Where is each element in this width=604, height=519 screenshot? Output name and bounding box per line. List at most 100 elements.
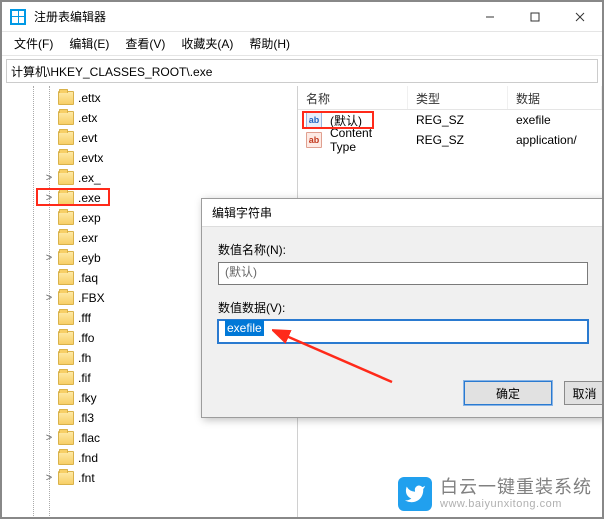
folder-icon [58, 231, 74, 245]
value-data-text: exefile [225, 320, 264, 336]
value-name-input[interactable]: (默认) [218, 262, 588, 285]
folder-icon [58, 291, 74, 305]
folder-icon [58, 451, 74, 465]
tree-item-label: .evtx [78, 151, 103, 165]
folder-icon [58, 171, 74, 185]
menu-help[interactable]: 帮助(H) [241, 33, 298, 54]
folder-icon [58, 411, 74, 425]
watermark-line1: 白云一键重装系统 [440, 478, 592, 498]
dialog-title: 编辑字符串 [202, 199, 604, 227]
cell-name: Content Type [322, 126, 408, 154]
tree-item-label: .eyb [78, 251, 101, 265]
folder-icon [58, 351, 74, 365]
value-name-label: 数值名称(N): [218, 241, 588, 258]
tree-item-label: .fff [78, 311, 91, 325]
menubar: 文件(F) 编辑(E) 查看(V) 收藏夹(A) 帮助(H) [2, 32, 602, 56]
value-data-label: 数值数据(V): [218, 299, 588, 316]
tree-item-label: .faq [78, 271, 98, 285]
folder-icon [58, 431, 74, 445]
folder-icon [58, 151, 74, 165]
menu-file[interactable]: 文件(F) [6, 33, 61, 54]
tree-item[interactable]: .fnd [2, 448, 297, 468]
address-text: 计算机\HKEY_CLASSES_ROOT\.exe [11, 63, 212, 80]
folder-icon [58, 191, 74, 205]
tree-item[interactable]: .evt [2, 128, 297, 148]
tree-item-label: .fky [78, 391, 97, 405]
close-button[interactable] [557, 2, 602, 31]
tree-item[interactable]: .evtx [2, 148, 297, 168]
maximize-button[interactable] [512, 2, 557, 31]
folder-icon [58, 131, 74, 145]
folder-icon [58, 271, 74, 285]
expander-icon[interactable]: > [42, 432, 56, 444]
tree-item[interactable]: .ettx [2, 88, 297, 108]
value-name-text: (默认) [225, 265, 257, 279]
folder-icon [58, 371, 74, 385]
folder-icon [58, 331, 74, 345]
folder-icon [58, 211, 74, 225]
regedit-window: 注册表编辑器 文件(F) 编辑(E) 查看(V) 收藏夹(A) 帮助(H) 计算… [0, 0, 604, 519]
folder-icon [58, 251, 74, 265]
tree-item-label: .fh [78, 351, 91, 365]
titlebar: 注册表编辑器 [2, 2, 602, 32]
minimize-button[interactable] [467, 2, 512, 31]
folder-icon [58, 391, 74, 405]
tree-item-label: .ettx [78, 91, 101, 105]
window-controls [467, 2, 602, 31]
expander-icon[interactable]: > [42, 172, 56, 184]
list-row[interactable]: abContent TypeREG_SZapplication/ [298, 130, 602, 150]
tree-item[interactable]: > .flac [2, 428, 297, 448]
value-data-input[interactable]: exefile [218, 320, 588, 343]
cell-data: application/ [508, 133, 585, 147]
folder-icon [58, 311, 74, 325]
dialog-body: 数值名称(N): (默认) 数值数据(V): exefile [202, 227, 604, 343]
watermark-text: 白云一键重装系统 www.baiyunxitong.com [440, 478, 592, 510]
tree-item[interactable]: > .ex_ [2, 168, 297, 188]
column-header-type[interactable]: 类型 [408, 86, 508, 109]
tree-item[interactable]: .etx [2, 108, 297, 128]
edit-string-dialog: 编辑字符串 数值名称(N): (默认) 数值数据(V): exefile 确定 … [201, 198, 604, 418]
expander-icon[interactable]: > [42, 192, 56, 204]
tree-item-label: .exr [78, 231, 98, 245]
column-header-data[interactable]: 数据 [508, 86, 602, 109]
window-title: 注册表编辑器 [34, 8, 467, 25]
list-rows: ab(默认)REG_SZexefileabContent TypeREG_SZa… [298, 110, 602, 150]
value-type-icon: ab [306, 132, 322, 148]
watermark: 白云一键重装系统 www.baiyunxitong.com [398, 477, 592, 511]
menu-favorites[interactable]: 收藏夹(A) [173, 33, 241, 54]
address-bar[interactable]: 计算机\HKEY_CLASSES_ROOT\.exe [6, 59, 598, 83]
tree-item-label: .etx [78, 111, 97, 125]
cancel-button[interactable]: 取消 [564, 381, 604, 405]
tree-item-label: .ffo [78, 331, 94, 345]
cell-data: exefile [508, 113, 559, 127]
ok-button[interactable]: 确定 [464, 381, 552, 405]
folder-icon [58, 91, 74, 105]
cell-type: REG_SZ [408, 113, 508, 127]
expander-icon[interactable]: > [42, 292, 56, 304]
folder-icon [58, 111, 74, 125]
tree-item[interactable]: > .fnt [2, 468, 297, 488]
tree-item-label: .fif [78, 371, 91, 385]
tree-item-label: .evt [78, 131, 97, 145]
column-header-name[interactable]: 名称 [298, 86, 408, 109]
menu-view[interactable]: 查看(V) [117, 33, 173, 54]
app-icon [10, 9, 26, 25]
dialog-buttons: 确定 取消 [464, 381, 604, 405]
tree-item-label: .fl3 [78, 411, 94, 425]
expander-icon[interactable]: > [42, 472, 56, 484]
menu-edit[interactable]: 编辑(E) [61, 33, 117, 54]
tree-item-label: .exp [78, 211, 101, 225]
tree-item-label: .fnd [78, 451, 98, 465]
value-type-icon: ab [306, 112, 322, 128]
folder-icon [58, 471, 74, 485]
tree-item-label: .flac [78, 431, 100, 445]
watermark-icon [398, 477, 432, 511]
expander-icon[interactable]: > [42, 252, 56, 264]
watermark-line2: www.baiyunxitong.com [440, 498, 592, 510]
tree-item-label: .ex_ [78, 171, 101, 185]
tree-item-label: .exe [78, 191, 101, 205]
cancel-button-label: 取消 [572, 385, 596, 402]
tree-item-label: .FBX [78, 291, 105, 305]
list-header: 名称 类型 数据 [298, 86, 602, 110]
tree-item-label: .fnt [78, 471, 95, 485]
